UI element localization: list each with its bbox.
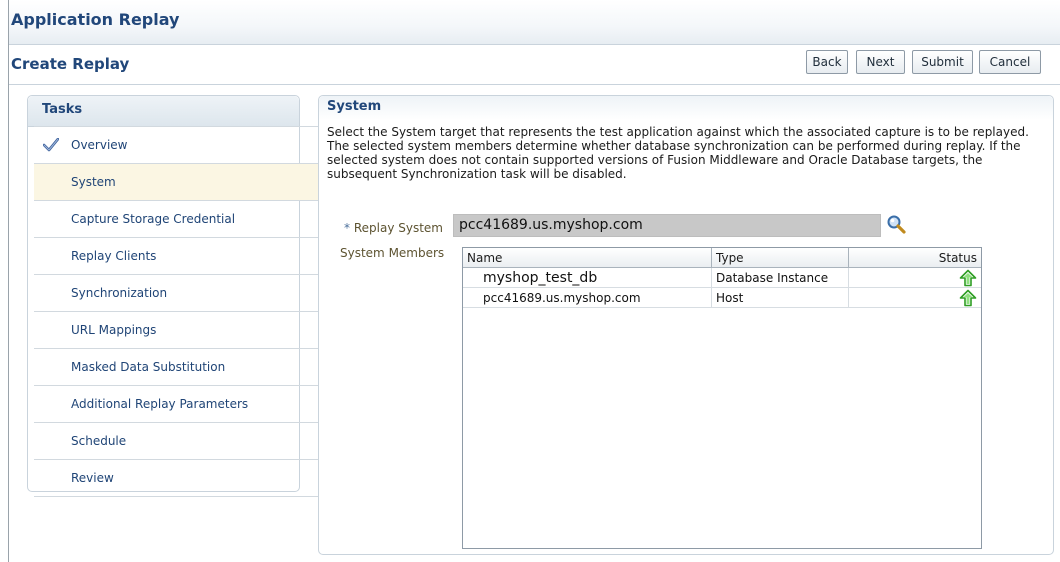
task-item-replay-clients[interactable]: Replay Clients [34,238,318,275]
page-title: Create Replay [11,55,130,73]
task-label: URL Mappings [71,323,157,337]
task-item-additional-replay-parameters[interactable]: Additional Replay Parameters [34,386,318,423]
tasks-title: Tasks [42,102,83,117]
table-row[interactable]: pcc41689.us.myshop.com Host [463,287,981,308]
task-list: Overview System Capture Storage Credenti… [34,126,318,497]
task-label: Masked Data Substitution [71,360,226,374]
task-item-synchronization[interactable]: Synchronization [34,275,318,312]
app-title: Application Replay [11,10,180,29]
title-divider [9,84,1060,85]
system-members-table: Name Type Status myshop_test_db Database… [462,247,982,549]
required-marker: * [344,221,350,235]
replay-system-label-text: Replay System [353,221,443,235]
member-status [848,267,981,288]
task-label: Replay Clients [71,249,157,263]
task-label: Capture Storage Credential [71,212,236,226]
task-label: Review [71,471,114,485]
system-members-label: System Members [340,246,445,260]
table-row[interactable]: myshop_test_db Database Instance [463,267,981,288]
member-type: Host [711,287,849,308]
cancel-button[interactable]: Cancel [979,50,1041,74]
replay-system-label: * Replay System [344,221,443,235]
app-header: Application Replay [9,0,1060,45]
system-description: Select the System target that represents… [327,125,1029,181]
up-arrow-icon [959,289,977,306]
system-panel: System Select the System target that rep… [318,95,1054,555]
column-header-status[interactable]: Status [848,248,981,268]
replay-system-field[interactable]: pcc41689.us.myshop.com [453,214,881,237]
task-item-review[interactable]: Review [34,460,318,497]
tasks-header: Tasks [28,96,299,127]
task-label: Overview [71,138,128,152]
column-header-type[interactable]: Type [711,248,849,268]
task-item-masked-data-substitution[interactable]: Masked Data Substitution [34,349,318,386]
next-button[interactable]: Next [856,50,905,74]
task-item-system[interactable]: System [34,164,318,201]
member-status [848,287,981,308]
app-frame: Application Replay Create Replay Back Ne… [8,0,1060,562]
search-icon[interactable] [886,214,906,234]
task-item-overview[interactable]: Overview [34,126,318,164]
member-name: pcc41689.us.myshop.com [463,287,712,308]
task-label: Schedule [71,434,127,448]
back-button[interactable]: Back [806,50,848,74]
task-item-schedule[interactable]: Schedule [34,423,318,460]
member-type: Database Instance [711,267,849,288]
checkmark-icon [43,138,59,152]
column-header-name[interactable]: Name [463,248,712,268]
system-title: System [327,99,382,114]
member-name: myshop_test_db [463,267,712,288]
submit-button[interactable]: Submit [912,50,973,74]
task-label: Synchronization [71,286,168,300]
task-item-url-mappings[interactable]: URL Mappings [34,312,318,349]
task-item-capture-storage-credential[interactable]: Capture Storage Credential [34,201,318,238]
task-label: Additional Replay Parameters [71,397,249,411]
system-header: System [319,96,1053,120]
task-label: System [71,175,116,189]
up-arrow-icon [959,269,977,286]
